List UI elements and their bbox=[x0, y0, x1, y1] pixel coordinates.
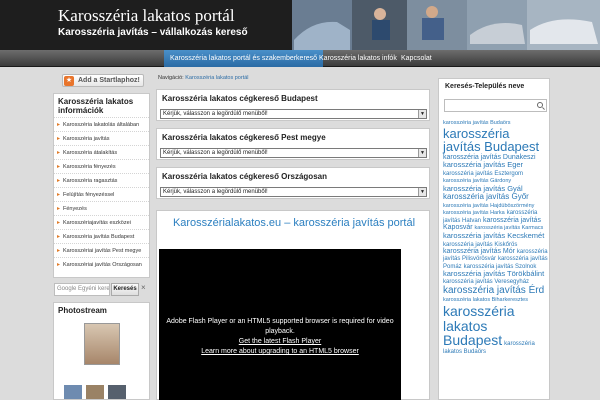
category-select[interactable]: Kérjük, válasszon a legördülő menüből! ▼ bbox=[160, 109, 427, 119]
sidebar-item[interactable]: ▸ Karosszéria lakatolás általában bbox=[54, 117, 149, 131]
arrow-icon: ▸ bbox=[57, 178, 61, 184]
arrow-icon: ▸ bbox=[57, 136, 61, 142]
startlap-icon: ★ bbox=[64, 76, 74, 86]
header-photo-strip bbox=[292, 0, 600, 50]
right-sidebar: Keresés-Település neve karosszéria javít… bbox=[438, 78, 550, 400]
nav-item-portal[interactable]: Karosszéria lakatos portál és szakemberk… bbox=[164, 50, 324, 67]
category-title: Karosszéria lakatos cégkereső Országosan bbox=[162, 172, 327, 181]
sidebar-item[interactable]: ▸ Fényezés bbox=[54, 201, 149, 215]
photostream-title: Photostream bbox=[58, 306, 107, 315]
info-panel: Karosszéria lakatos információk ▸ Karossz… bbox=[53, 93, 150, 278]
google-search-button[interactable]: Keresés bbox=[111, 283, 139, 296]
sidebar-item[interactable]: ▸ Karosszériai javítás Országosan bbox=[54, 257, 149, 271]
sidebar-item[interactable]: ▸ Karosszéria ragasztás bbox=[54, 173, 149, 187]
arrow-icon: ▸ bbox=[57, 220, 61, 226]
site-title[interactable]: Karosszéria lakatos portál bbox=[58, 6, 235, 26]
sidebar-item[interactable]: ▸ Karosszéria javítás bbox=[54, 131, 149, 145]
category-select[interactable]: Kérjük, válasszon a legördülő menüből! ▼ bbox=[160, 187, 427, 197]
add-startlap-button[interactable]: ★ Add a Startlaphoz! bbox=[62, 74, 144, 87]
arrow-icon: ▸ bbox=[57, 206, 61, 212]
tag-link[interactable]: karosszéria javítás Budapest bbox=[443, 126, 539, 155]
tag-link[interactable]: karosszéria javítás Győr bbox=[443, 192, 529, 201]
photostream-panel: Photostream bbox=[53, 302, 150, 400]
arrow-icon: ▸ bbox=[57, 122, 61, 128]
photostream-thumbnail[interactable] bbox=[64, 385, 82, 399]
arrow-icon: ▸ bbox=[57, 248, 61, 254]
category-select-value: Kérjük, válasszon a legördülő menüből! bbox=[163, 150, 268, 156]
arrow-icon: ▸ bbox=[57, 192, 61, 198]
tag-link[interactable]: karosszéria javítás Kecskemét bbox=[443, 231, 544, 240]
location-search-title: Keresés-Település neve bbox=[445, 83, 525, 90]
tag-cloud: karosszéria javítás Budaörs karosszéria … bbox=[443, 119, 548, 355]
arrow-icon: ▸ bbox=[57, 164, 61, 170]
tag-link[interactable]: karosszéria javítás Törökbálint bbox=[443, 269, 544, 278]
chevron-down-icon: ▼ bbox=[418, 188, 426, 196]
tag-link[interactable]: karosszéria javítás Érd bbox=[443, 285, 544, 296]
video-message: Adobe Flash Player or an HTML5 supported… bbox=[159, 317, 401, 357]
category-box-pest-megye: Karosszéria lakatos cégkereső Pest megye… bbox=[156, 128, 430, 160]
tag-link[interactable]: karosszéria javítás Mór bbox=[443, 248, 515, 255]
arrow-icon: ▸ bbox=[57, 262, 61, 268]
photostream-thumbnail[interactable] bbox=[86, 385, 104, 399]
photostream-thumbnail[interactable] bbox=[108, 385, 126, 399]
google-search-box: Google Egyéni keresés Keresés × bbox=[53, 281, 150, 298]
sidebar-item-label: Karosszériai javítás Országosan bbox=[63, 262, 142, 268]
sidebar-item-label: Fényezés bbox=[63, 206, 87, 212]
category-box-budapest: Karosszéria lakatos cégkereső Budapest K… bbox=[156, 89, 430, 121]
flash-player-link[interactable]: Get the latest Flash Player bbox=[159, 337, 401, 347]
tag-link[interactable]: karosszéria javítás Esztergom bbox=[443, 171, 523, 177]
close-icon[interactable]: × bbox=[141, 283, 146, 292]
sidebar-item-label: Karosszéria lakatolás általában bbox=[63, 122, 140, 128]
nav-item-infok[interactable]: Karosszéria lakatos infók bbox=[313, 50, 403, 67]
category-select[interactable]: Kérjük, válasszon a legördülő menüből! ▼ bbox=[160, 148, 427, 158]
search-icon-handle bbox=[542, 107, 545, 110]
sidebar-item[interactable]: ▸ Karosszéria fényezés bbox=[54, 159, 149, 173]
info-panel-title: Karosszéria lakatos információk bbox=[58, 97, 134, 115]
site-description: Karosszéria javítás – vállalkozás kereső bbox=[58, 27, 248, 38]
tag-link[interactable]: karosszéria javítás Eger bbox=[443, 160, 523, 169]
sidebar-item-label: Felújítás fényezéssel bbox=[63, 192, 115, 198]
sidebar-item-label: Karosszéria fényezés bbox=[63, 164, 116, 170]
sidebar-item-label: Karosszériajavítás eszközei bbox=[63, 220, 131, 226]
chevron-down-icon: ▼ bbox=[418, 149, 426, 157]
category-select-value: Kérjük, válasszon a legördülő menüből! bbox=[163, 189, 268, 195]
sidebar-item-label: Karosszéria javítás Budapest bbox=[63, 234, 135, 240]
video-player[interactable]: Adobe Flash Player or an HTML5 supported… bbox=[159, 249, 401, 400]
content-title[interactable]: Karosszérialakatos.eu – karosszéria javí… bbox=[157, 217, 431, 229]
sidebar-item[interactable]: ▸ Karosszériajavítás eszközei bbox=[54, 215, 149, 229]
main-navigation: Karosszéria lakatos portál és szakemberk… bbox=[0, 50, 600, 67]
tag-link[interactable]: karosszéria javítás Hajdúböszörmény bbox=[443, 203, 534, 209]
category-box-orszagosan: Karosszéria lakatos cégkereső Országosan… bbox=[156, 167, 430, 199]
breadcrumb-current[interactable]: Karosszéria lakatos portál bbox=[185, 75, 248, 81]
chevron-down-icon: ▼ bbox=[418, 110, 426, 118]
sidebar-item[interactable]: ▸ Felújítás fényezéssel bbox=[54, 187, 149, 201]
sidebar-item[interactable]: ▸ Karosszériai javítás Pest megye bbox=[54, 243, 149, 257]
tag-link[interactable]: karosszéria javítás Harka bbox=[443, 210, 505, 216]
left-sidebar: Karosszéria lakatos információk ▸ Karossz… bbox=[53, 93, 150, 278]
sidebar-item-label: Karosszériai javítás Pest megye bbox=[63, 248, 142, 254]
sidebar-item[interactable]: ▸ Karosszéria javítás Budapest bbox=[54, 229, 149, 243]
site-header: Karosszéria lakatos portál Karosszéria j… bbox=[0, 0, 600, 50]
arrow-icon: ▸ bbox=[57, 234, 61, 240]
breadcrumb: Navigáció: Karosszéria lakatos portál bbox=[158, 75, 249, 81]
sidebar-item[interactable]: ▸ Karosszéria átalakítás bbox=[54, 145, 149, 159]
photostream-thumbnail[interactable] bbox=[84, 323, 120, 365]
tag-link[interactable]: karosszéria javítás Kiskőrös bbox=[443, 242, 517, 248]
header-photos-image bbox=[292, 0, 600, 50]
google-search-input[interactable]: Google Egyéni keresés bbox=[54, 283, 110, 296]
location-search-input[interactable] bbox=[444, 99, 547, 112]
html5-browser-link[interactable]: Learn more about upgrading to an HTML5 b… bbox=[159, 347, 401, 357]
video-message-text: Adobe Flash Player or an HTML5 supported… bbox=[166, 318, 394, 335]
breadcrumb-prefix: Navigáció: bbox=[158, 75, 184, 81]
arrow-icon: ▸ bbox=[57, 150, 61, 156]
category-title: Karosszéria lakatos cégkereső Budapest bbox=[162, 94, 318, 103]
category-title: Karosszéria lakatos cégkereső Pest megye bbox=[162, 133, 326, 142]
content-box: Karosszérialakatos.eu – karosszéria javí… bbox=[156, 210, 430, 400]
add-startlap-label: Add a Startlaphoz! bbox=[78, 77, 140, 84]
sidebar-item-label: Karosszéria átalakítás bbox=[63, 150, 118, 156]
nav-item-kapcsolat[interactable]: Kapcsolat bbox=[395, 50, 438, 67]
category-select-value: Kérjük, válasszon a legördülő menüből! bbox=[163, 111, 268, 117]
sidebar-item-label: Karosszéria javítás bbox=[63, 136, 110, 142]
sidebar-item-label: Karosszéria ragasztás bbox=[63, 178, 118, 184]
